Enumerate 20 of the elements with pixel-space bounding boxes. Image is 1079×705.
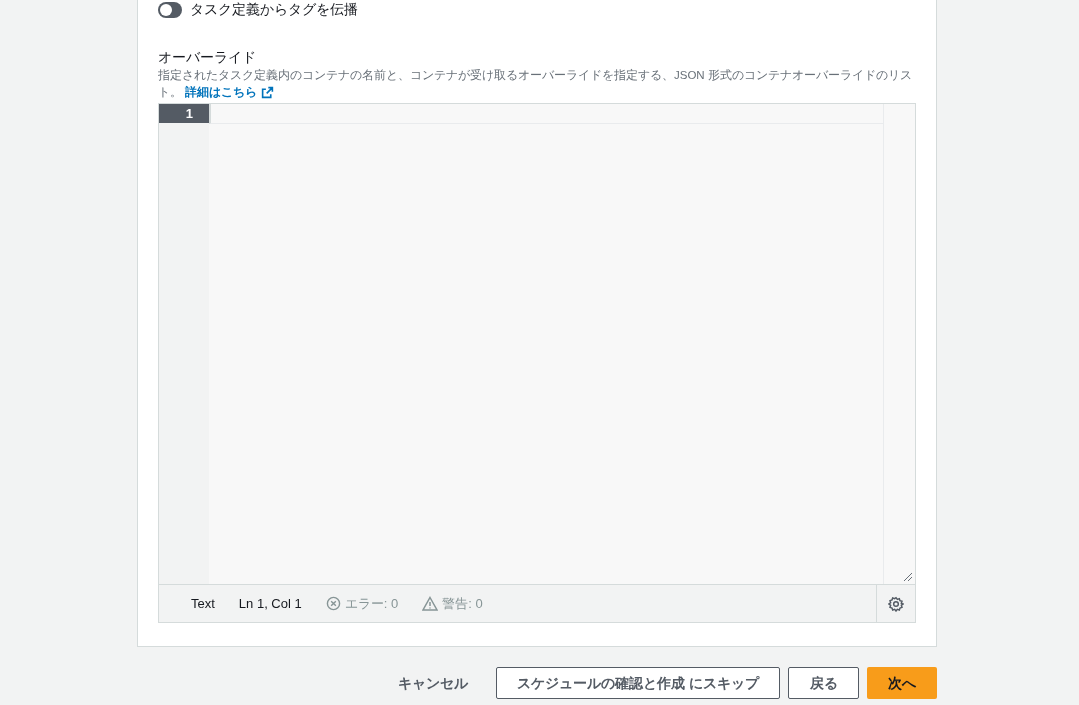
field-label: オーバーライド (158, 48, 257, 66)
warning-icon (422, 596, 439, 611)
error-count: エラー: 0 (344, 594, 399, 613)
next-button[interactable]: 次へ (867, 667, 937, 699)
learn-more-link[interactable]: 詳細はこちら (185, 84, 275, 101)
cursor-position: Ln 1, Col 1 (238, 594, 302, 613)
toggle-label: タスク定義からタグを伝播 (190, 0, 358, 19)
skip-button[interactable]: スケジュールの確認と作成 にスキップ (496, 667, 780, 699)
mode-indicator: Text (191, 594, 215, 613)
field-description: 指定されたタスク定義内のコンテナの名前と、コンテナが受け取るオーバーライドを指定する、JSON 形式のコンテナオーバーライドのリスト。 詳細はこちら (158, 67, 916, 101)
warning-count: 警告: 0 (442, 594, 483, 613)
toggle-switch[interactable] (158, 1, 182, 18)
external-link-icon (261, 86, 275, 99)
cancel-button[interactable]: キャンセル (378, 667, 489, 699)
code-editor[interactable]: 1 Text Ln 1, Col 1 エラー: 0 警告: 0 (158, 103, 916, 623)
line-number: 1 (159, 104, 209, 123)
resize-handle-icon[interactable] (902, 571, 912, 581)
back-button[interactable]: 戻る (788, 667, 859, 699)
settings-icon[interactable] (888, 595, 904, 612)
error-icon (325, 596, 341, 611)
